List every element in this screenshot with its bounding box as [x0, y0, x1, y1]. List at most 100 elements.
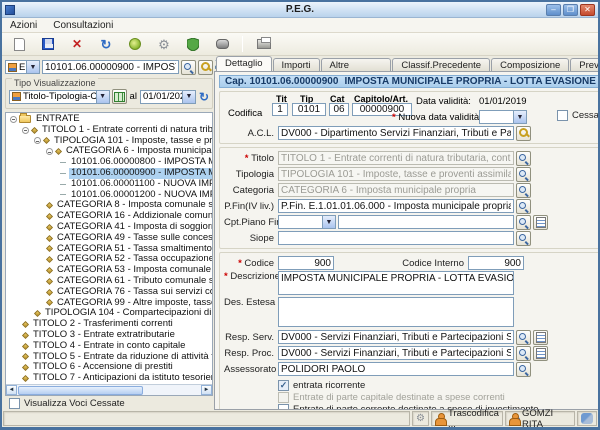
categoria-search-button[interactable]	[516, 183, 531, 198]
pfin-search-button[interactable]	[516, 199, 531, 214]
restore-button[interactable]: ❐	[563, 4, 578, 16]
apply-view-button[interactable]	[112, 89, 127, 104]
titolo-search-button[interactable]	[516, 151, 531, 166]
menu-consultazioni[interactable]: Consultazioni	[45, 19, 121, 32]
delete-button[interactable]: ✕	[65, 34, 89, 54]
des-estesa-field[interactable]	[278, 297, 514, 327]
resp-serv-field[interactable]	[278, 330, 514, 344]
tree-item[interactable]: TITOLO 7 - Anticipazioni da istituto tes…	[6, 373, 212, 384]
assessorato-field[interactable]	[278, 362, 514, 376]
siope-search-button[interactable]	[516, 231, 531, 246]
resp-proc-list-button[interactable]	[533, 346, 548, 361]
tree-item[interactable]: ENTRATE	[6, 114, 212, 125]
minimize-button[interactable]: –	[546, 4, 561, 16]
visualizza-cessate-checkbox[interactable]	[9, 398, 20, 409]
expand-handle-icon[interactable]	[46, 148, 53, 155]
snapshot-button[interactable]	[210, 34, 234, 54]
chevron-down-icon[interactable]: ▼	[322, 216, 335, 228]
entry-type-combo[interactable]: E ▼	[5, 60, 40, 74]
tab-composizione[interactable]: Composizione	[491, 58, 569, 71]
tip-field[interactable]	[292, 103, 326, 116]
tree-item[interactable]: CATEGORIA 99 - Altre imposte, tasse e pr…	[6, 298, 212, 309]
cat-field[interactable]	[329, 103, 349, 116]
tree-item[interactable]: TITOLO 5 - Entrate da riduzione di attiv…	[6, 352, 212, 363]
assessorato-search-button[interactable]	[516, 362, 531, 377]
cpt-search-button[interactable]	[516, 215, 531, 230]
acl-auth-button[interactable]	[516, 126, 531, 141]
tree-item[interactable]: 10101.06.00001100 - NUOVA IMPOSTA MUNICI…	[6, 179, 212, 190]
tit-field[interactable]	[272, 103, 288, 116]
shield-button[interactable]	[181, 34, 205, 54]
export-button[interactable]	[123, 34, 147, 54]
date-combo[interactable]: 01/01/2021 ▼	[140, 90, 196, 104]
tab-altre-impostazioni[interactable]: Altre impostazioni	[321, 58, 392, 71]
print-button[interactable]	[252, 34, 276, 54]
status-options-cell[interactable]: ⚙	[412, 411, 429, 426]
scroll-left-icon[interactable]: ◄	[6, 385, 17, 395]
tab-dettaglio[interactable]: Dettaglio	[216, 56, 272, 71]
user-cell[interactable]: GOMZI RITA	[505, 411, 575, 426]
edit-filter-button[interactable]	[198, 60, 213, 75]
resp-proc-field[interactable]	[278, 346, 514, 360]
cessato-checkbox[interactable]	[557, 110, 568, 121]
expand-handle-icon[interactable]	[22, 127, 29, 134]
tree-item[interactable]: TIPOLOGIA 101 - Imposte, tasse e provent…	[6, 136, 212, 147]
search-button[interactable]	[181, 60, 196, 75]
tree-item[interactable]: TITOLO 3 - Entrate extratributarie	[6, 330, 212, 341]
acl-field[interactable]	[278, 126, 514, 140]
tipologia-search-button[interactable]	[516, 167, 531, 182]
codice-interno-field[interactable]	[468, 256, 524, 270]
codice-field[interactable]	[278, 256, 334, 270]
capitolo-search-input[interactable]	[42, 60, 179, 74]
tipologia-field[interactable]	[278, 167, 514, 181]
tipo-visualizzazione-combo[interactable]: Titolo-Tipologia-Categoria ▼	[9, 90, 110, 104]
tree-item[interactable]: CATEGORIA 61 - Tributo comunale sui rifi…	[6, 276, 212, 287]
siope-field[interactable]	[278, 231, 514, 245]
cpt-list-button[interactable]	[533, 215, 548, 230]
tree-item[interactable]: 10101.06.00000800 - IMPOSTA MUNICIPALE P…	[6, 157, 212, 168]
refresh-button[interactable]: ↻	[94, 34, 118, 54]
tree-item[interactable]: 10101.06.00001200 - NUOVA IMPOSTA MUNICI…	[6, 190, 212, 201]
session-cell[interactable]	[577, 411, 597, 426]
flag-checkbox[interactable]	[278, 380, 289, 391]
pfin-field[interactable]	[278, 199, 514, 213]
tab-previsione[interactable]: Previsione	[570, 58, 600, 71]
tree-item[interactable]: CATEGORIA 52 - Tassa occupazione spazi e…	[6, 254, 212, 265]
new-button[interactable]	[7, 34, 31, 54]
tree-item[interactable]: TITOLO 6 - Accensione di prestiti	[6, 362, 212, 373]
descrizione-field[interactable]	[278, 271, 514, 295]
tree-hscrollbar[interactable]: ◄ ►	[6, 384, 212, 395]
tree-item[interactable]: TITOLO 1 - Entrate correnti di natura tr…	[6, 125, 212, 136]
resp-serv-search-button[interactable]	[516, 330, 531, 345]
expand-handle-icon[interactable]	[34, 137, 41, 144]
chevron-down-icon[interactable]: ▼	[182, 91, 195, 103]
tree-item[interactable]: 10101.06.00000900 - IMPOSTA MUNICIPALE P…	[6, 168, 212, 179]
chevron-down-icon[interactable]: ▼	[96, 91, 109, 103]
close-button[interactable]: ✕	[580, 4, 595, 16]
tab-importi[interactable]: Importi	[273, 58, 320, 71]
scroll-thumb[interactable]	[18, 386, 143, 395]
tree-item[interactable]: TITOLO 4 - Entrate in conto capitale	[6, 341, 212, 352]
reload-tree-icon[interactable]: ↻	[199, 90, 209, 104]
resp-proc-search-button[interactable]	[516, 346, 531, 361]
titolo-field[interactable]	[278, 151, 514, 165]
tree-item[interactable]: CATEGORIA 76 - Tassa sui servizi comunal…	[6, 287, 212, 298]
tree-item[interactable]: CATEGORIA 16 - Addizionale comunale IRPE…	[6, 211, 212, 222]
chevron-down-icon[interactable]: ▼	[26, 61, 39, 73]
cpt-piano-combo[interactable]: ▼	[278, 215, 336, 229]
expand-handle-icon[interactable]	[10, 116, 17, 123]
nuova-data-combo[interactable]: ▼	[479, 110, 527, 124]
tree-item[interactable]: CATEGORIA 8 - Imposta comunale sugli imm…	[6, 200, 212, 211]
tree-item[interactable]: CATEGORIA 51 - Tassa smaltimento rifiuti…	[6, 244, 212, 255]
menu-azioni[interactable]: Azioni	[2, 19, 45, 32]
cpt-piano-field[interactable]	[338, 215, 514, 229]
save-button[interactable]	[36, 34, 60, 54]
tab-classif-precedente[interactable]: Classif.Precedente	[392, 58, 490, 71]
tree-item[interactable]: TITOLO 2 - Trasferimenti correnti	[6, 319, 212, 330]
categoria-field[interactable]	[278, 183, 514, 197]
options-button[interactable]: ⚙	[152, 34, 176, 54]
resp-serv-list-button[interactable]	[533, 330, 548, 345]
tree-item[interactable]: TIPOLOGIA 104 - Compartecipazioni di tri…	[6, 308, 212, 319]
chevron-down-icon[interactable]: ▼	[513, 111, 526, 123]
tree-item[interactable]: CATEGORIA 6 - Imposta municipale propria	[6, 146, 212, 157]
